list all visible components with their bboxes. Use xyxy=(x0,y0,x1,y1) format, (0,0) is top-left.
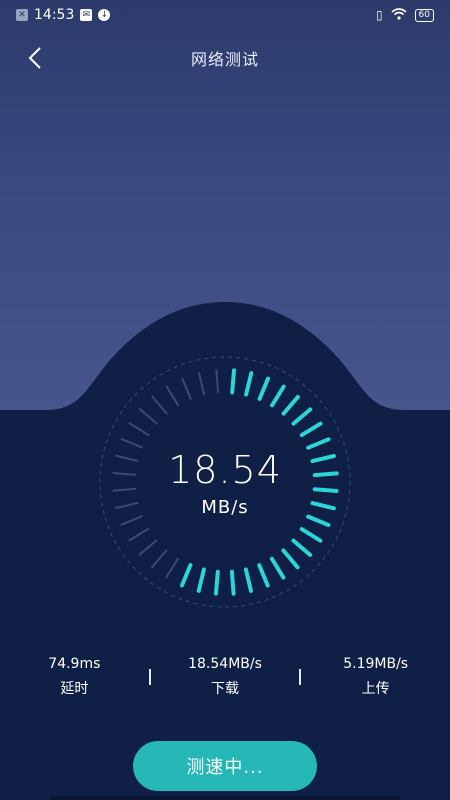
gauge-tick-active xyxy=(257,376,270,401)
gauge-tick-active xyxy=(257,563,270,588)
gauge-tick-active xyxy=(291,538,313,557)
gauge-tick-active xyxy=(269,556,286,580)
gauge-tick-inactive xyxy=(165,385,180,407)
gauge-tick-inactive xyxy=(120,438,143,449)
gauge-tick-active xyxy=(306,437,331,450)
chevron-left-icon xyxy=(28,47,41,69)
gauge-tick-inactive xyxy=(181,377,192,400)
vibrate-icon: ▯ xyxy=(375,8,383,22)
gauge-tick-inactive xyxy=(138,408,158,425)
stat-divider xyxy=(299,669,302,685)
page-title: 网络测试 xyxy=(190,50,259,69)
speed-test-button[interactable]: 测速中... xyxy=(133,741,317,791)
upload-value: 5.19MB/s xyxy=(343,656,409,672)
gauge-tick-active xyxy=(281,548,300,570)
gauge-tick-inactive xyxy=(128,527,150,542)
speed-value: 18.54 xyxy=(168,448,282,492)
gauge-tick-active xyxy=(229,569,236,596)
latency-label: 延时 xyxy=(60,681,89,697)
gauge-tick-inactive xyxy=(165,557,179,579)
battery-indicator: 60 xyxy=(414,8,434,22)
stat-latency: 74.9ms 延时 xyxy=(0,656,149,698)
gauge-tick-active xyxy=(270,384,286,408)
gauge-tick-active xyxy=(180,563,193,588)
gauge-tick-active xyxy=(281,394,300,416)
wifi-icon xyxy=(391,7,407,23)
gauge-tick-active xyxy=(214,569,220,596)
gauge-tick-active xyxy=(291,407,313,426)
gauge-tick-active xyxy=(230,368,236,395)
status-time: 14:53 xyxy=(34,7,75,23)
back-button[interactable] xyxy=(20,44,50,72)
gauge-tick-active xyxy=(299,527,323,543)
upload-label: 上传 xyxy=(361,681,390,697)
header: 网络测试 xyxy=(0,40,450,76)
gauge-tick-inactive xyxy=(151,395,168,415)
download-icon: ↓ xyxy=(98,9,111,21)
gauge-tick-inactive xyxy=(215,369,220,394)
stat-download: 18.54MB/s 下载 xyxy=(151,656,300,698)
stat-divider xyxy=(148,669,151,685)
gauge-tick-active xyxy=(244,371,254,397)
download-value: 18.54MB/s xyxy=(188,656,262,672)
mail-icon: ✉ xyxy=(80,9,93,21)
gauge-tick-inactive xyxy=(128,422,150,436)
speed-unit: MB/s xyxy=(201,497,249,518)
status-bar: ✕ 14:53 ✉ ↓ ▯ 60 xyxy=(0,0,450,30)
gauge-tick-active xyxy=(299,421,323,438)
notification-close-icon: ✕ xyxy=(16,9,28,21)
stat-upload: 5.19MB/s 上传 xyxy=(301,656,450,698)
download-label: 下载 xyxy=(211,681,239,697)
latency-value: 74.9ms xyxy=(48,656,101,672)
gauge-tick-active xyxy=(243,567,253,593)
gauge-tick-inactive xyxy=(198,372,206,396)
bottom-bar xyxy=(50,796,400,800)
gauge-tick-inactive xyxy=(138,539,158,556)
gauge-tick-active xyxy=(196,567,206,593)
gauge-tick-inactive xyxy=(151,549,168,569)
stats-row: 74.9ms 延时 18.54MB/s 下载 5.19MB/s 上传 xyxy=(0,652,450,702)
